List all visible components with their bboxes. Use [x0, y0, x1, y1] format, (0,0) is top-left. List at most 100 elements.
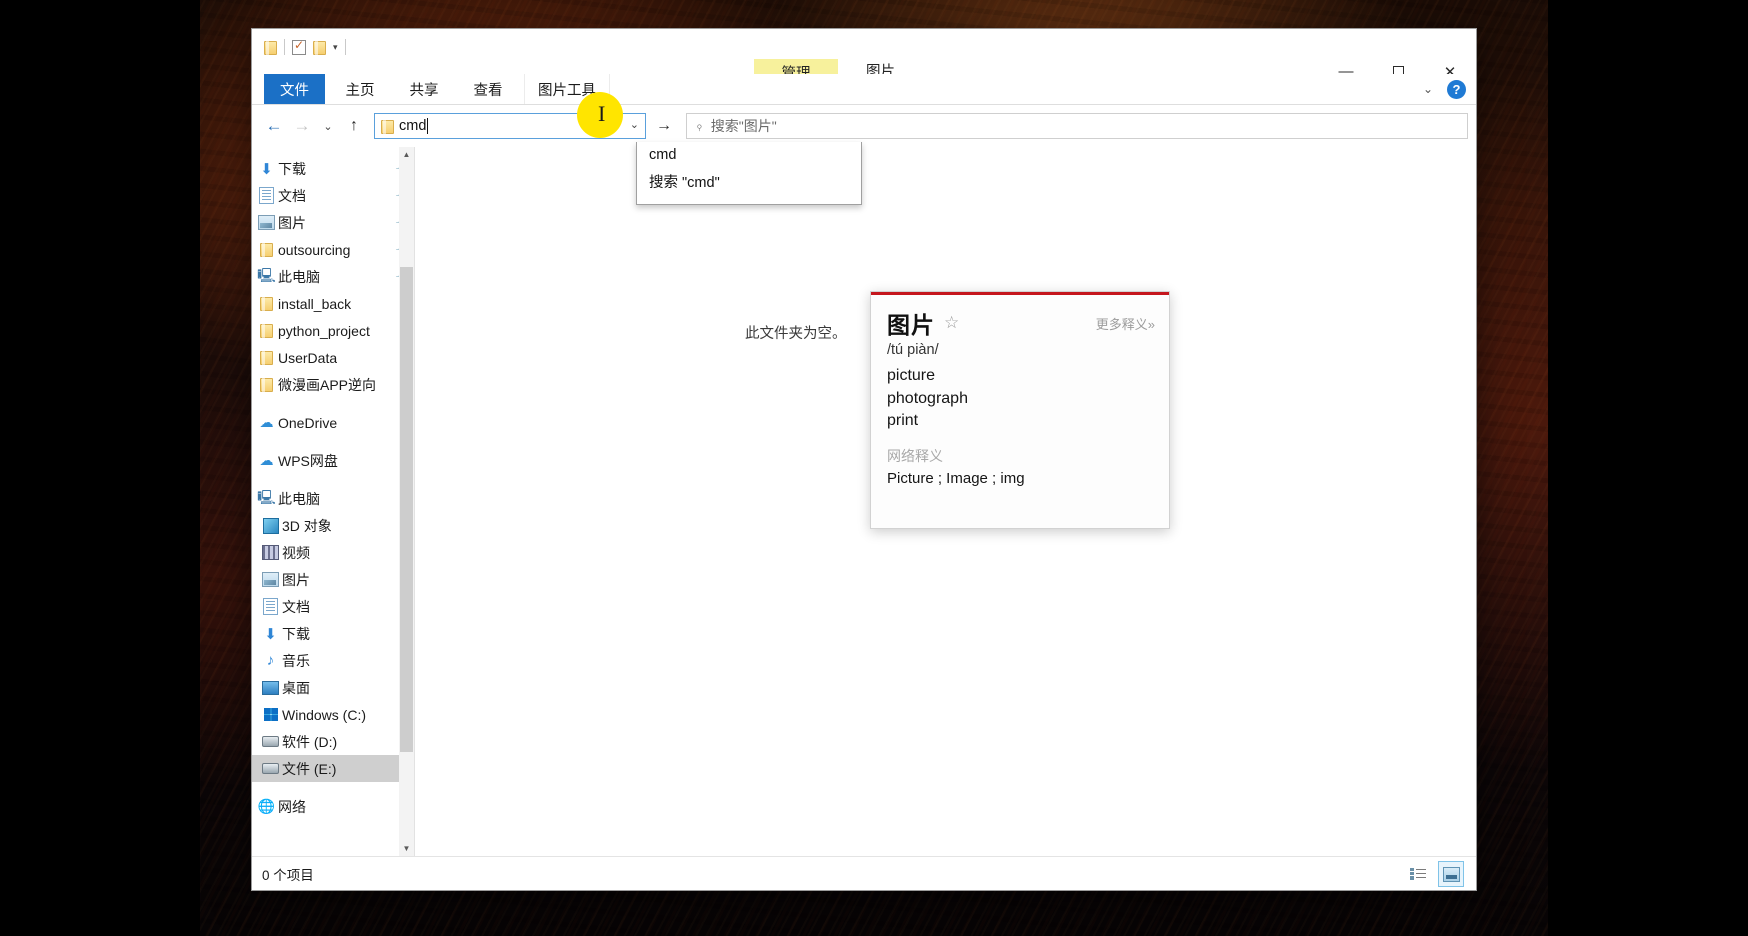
autocomplete-item-cmd[interactable]: cmd — [637, 142, 861, 168]
address-autocomplete-dropdown[interactable]: cmd 搜索 "cmd" — [636, 142, 862, 205]
address-chevron-down-icon[interactable]: ⌄ — [630, 118, 639, 131]
nav-item-python_project[interactable]: python_project — [252, 317, 414, 344]
nav-item-视频[interactable]: 视频 — [252, 539, 414, 566]
nav-item-label: 音乐 — [282, 652, 310, 669]
folder-icon[interactable] — [264, 40, 277, 55]
details-view-icon — [1410, 868, 1426, 880]
nav-item-label: 下载 — [278, 160, 306, 177]
nav-item-label: Windows (C:) — [282, 706, 367, 723]
nav-item-图片[interactable]: 图片 — [252, 566, 414, 593]
navigation-pane: ⬇下载📌文档📌图片📌outsourcing📌🖳此电脑📌 install_backp… — [252, 147, 414, 856]
view-mode-buttons — [1406, 861, 1464, 887]
up-button[interactable]: ↑ — [340, 112, 368, 140]
document-icon — [258, 187, 275, 204]
desktop-letterbox-left — [0, 0, 200, 936]
status-bar: 0 个项目 — [252, 856, 1476, 890]
address-bar-row: ← → ⌄ ↑ cmd ⌄ → ⌕ 搜索"图片" cmd 搜索 "cmd" — [252, 105, 1476, 205]
title-bar: ▾ 管理 图片 — ✕ — [252, 29, 1476, 85]
nav-item-文档[interactable]: 文档📌 — [252, 182, 414, 209]
nav-item-微漫画APP逆向[interactable]: 微漫画APP逆向 — [252, 371, 414, 398]
nav-group-gap — [252, 398, 414, 409]
desktop-letterbox-right — [1548, 0, 1748, 936]
drive-icon — [262, 733, 279, 750]
go-button[interactable]: → — [656, 117, 672, 135]
navigation-scrollbar[interactable]: ▲ ▼ — [399, 147, 414, 856]
tab-file[interactable]: 文件 — [264, 74, 325, 104]
tab-home[interactable]: 主页 — [330, 74, 390, 104]
nav-item-音乐[interactable]: ♪ 音乐 — [252, 647, 414, 674]
address-value: cmd — [399, 118, 427, 134]
this-pc-icon: 🖳 — [257, 488, 276, 505]
nav-item-下载[interactable]: ⬇ 下载 — [252, 620, 414, 647]
nav-item-此电脑[interactable]: 🖳 此电脑 — [252, 485, 414, 512]
quick-access-toolbar[interactable]: ▾ — [264, 38, 346, 55]
search-input[interactable]: ⌕ 搜索"图片" — [686, 113, 1468, 139]
nav-item-3D-对象[interactable]: 3D 对象 — [252, 512, 414, 539]
search-icon: ⌕ — [691, 118, 707, 133]
definition-item: photograph — [887, 389, 968, 407]
help-icon[interactable]: ? — [1447, 79, 1466, 99]
nav-group-gap — [252, 436, 414, 447]
large-icons-view-icon — [1442, 866, 1460, 882]
scrollbar-thumb[interactable] — [400, 267, 413, 752]
nav-item-桌面[interactable]: 桌面 — [252, 674, 414, 701]
nav-item-label: install_back — [278, 295, 352, 312]
chevron-down-icon[interactable]: ⌄ — [1423, 82, 1433, 96]
nav-item-Windows-(C:)[interactable]: Windows (C:) — [252, 701, 414, 728]
dictionary-header: 图片 ☆ — [887, 306, 959, 340]
favorite-star-icon[interactable]: ☆ — [944, 313, 959, 333]
tab-share[interactable]: 共享 — [394, 74, 454, 104]
nav-item-文档[interactable]: 文档 — [252, 593, 414, 620]
nav-item-此电脑[interactable]: 🖳此电脑📌 — [252, 263, 414, 290]
new-folder-icon[interactable] — [313, 40, 326, 55]
ribbon-tab-strip: 文件 主页 共享 查看 图片工具 ⌄ ? — [252, 74, 1476, 105]
dictionary-popup[interactable]: 图片 ☆ 更多释义» /tú piàn/ picture photograph … — [870, 291, 1170, 529]
nav-item-软件-(D:)[interactable]: 软件 (D:) — [252, 728, 414, 755]
nav-item-label: 桌面 — [282, 679, 310, 696]
network-icon: 🌐 — [257, 798, 276, 814]
nav-item-下载[interactable]: ⬇下载📌 — [252, 155, 414, 182]
pictures-icon — [258, 214, 275, 231]
item-count-label: 0 个项目 — [262, 867, 314, 883]
nav-item-文件-(E:)[interactable]: 文件 (E:) — [252, 755, 414, 782]
dictionary-pronunciation: /tú piàn/ — [887, 342, 939, 358]
windows-drive-icon — [262, 706, 279, 723]
address-folder-icon — [381, 119, 394, 134]
this-pc-icon: 🖳 — [257, 266, 276, 283]
document-icon — [262, 598, 279, 615]
nav-item-网络[interactable]: 🌐 网络 — [252, 793, 414, 820]
nav-item-图片[interactable]: 图片📌 — [252, 209, 414, 236]
nav-item-label: OneDrive — [278, 414, 338, 431]
scroll-down-arrow-icon[interactable]: ▼ — [399, 841, 414, 856]
large-icons-view-button[interactable] — [1438, 861, 1464, 887]
customize-caret-icon[interactable]: ▾ — [333, 42, 338, 52]
text-caret — [427, 118, 429, 134]
qat-divider — [284, 39, 285, 55]
properties-icon[interactable] — [292, 38, 306, 55]
nav-item-WPS网盘[interactable]: ☁ WPS网盘 — [252, 447, 414, 474]
scroll-up-arrow-icon[interactable]: ▲ — [399, 147, 414, 162]
dictionary-accent-line — [871, 292, 1169, 295]
nav-item-label: 此电脑 — [278, 490, 320, 507]
more-definitions-link[interactable]: 更多释义» — [1096, 314, 1155, 333]
nav-item-outsourcing[interactable]: outsourcing📌 — [252, 236, 414, 263]
desktop-icon — [262, 679, 279, 696]
recent-locations-button[interactable]: ⌄ — [316, 112, 340, 140]
drive-icon — [262, 760, 279, 777]
folder-icon — [258, 295, 275, 312]
details-view-button[interactable] — [1406, 862, 1430, 886]
nav-item-label: UserData — [278, 349, 338, 366]
nav-item-label: 此电脑 — [278, 268, 320, 285]
nav-item-OneDrive[interactable]: ☁ OneDrive — [252, 409, 414, 436]
back-button[interactable]: ← — [260, 112, 288, 140]
nav-item-label: 下载 — [282, 625, 310, 642]
autocomplete-item-search[interactable]: 搜索 "cmd" — [637, 168, 861, 194]
nav-item-UserData[interactable]: UserData — [252, 344, 414, 371]
nav-item-install_back[interactable]: install_back — [252, 290, 414, 317]
tab-view[interactable]: 查看 — [458, 74, 518, 104]
folder-icon — [258, 241, 275, 258]
cloud-icon: ☁ — [259, 452, 274, 468]
nav-item-label: 视频 — [282, 544, 310, 561]
nav-item-label: 软件 (D:) — [282, 733, 338, 750]
qat-divider-2 — [344, 39, 346, 55]
